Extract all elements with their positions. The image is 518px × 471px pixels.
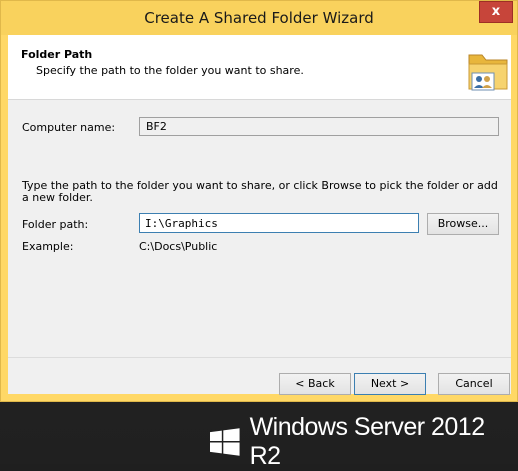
close-button[interactable]: x: [479, 1, 513, 23]
wizard-client-area: Folder Path Specify the path to the fold…: [8, 35, 511, 395]
example-value: C:\Docs\Public: [139, 240, 218, 253]
next-button[interactable]: Next >: [354, 373, 426, 395]
browse-button[interactable]: Browse...: [427, 213, 499, 235]
windows-server-brand-text: Windows Server 2012 R2: [249, 413, 486, 470]
computer-name-label: Computer name:: [22, 121, 116, 134]
example-label: Example:: [22, 240, 74, 253]
windows-logo-icon: [210, 428, 240, 456]
wizard-window: Create A Shared Folder Wizard x Folder P…: [0, 0, 518, 402]
computer-name-field: BF2: [139, 117, 499, 136]
page-title: Folder Path: [21, 48, 93, 61]
wizard-header: Folder Path Specify the path to the fold…: [8, 35, 511, 100]
cancel-button[interactable]: Cancel: [438, 373, 510, 395]
folder-path-label: Folder path:: [22, 218, 89, 231]
instructions-text: Type the path to the folder you want to …: [22, 179, 498, 204]
back-button[interactable]: < Back: [279, 373, 351, 395]
shared-folder-icon: [468, 54, 508, 91]
button-separator: [8, 357, 511, 358]
title-bar[interactable]: Create A Shared Folder Wizard x: [1, 1, 517, 35]
page-subtitle: Specify the path to the folder you want …: [36, 64, 304, 77]
windows-branding: Windows Server 2012 R2: [210, 413, 518, 470]
folder-path-input[interactable]: [139, 213, 419, 233]
close-icon: x: [491, 4, 501, 19]
window-title: Create A Shared Folder Wizard: [144, 9, 374, 27]
